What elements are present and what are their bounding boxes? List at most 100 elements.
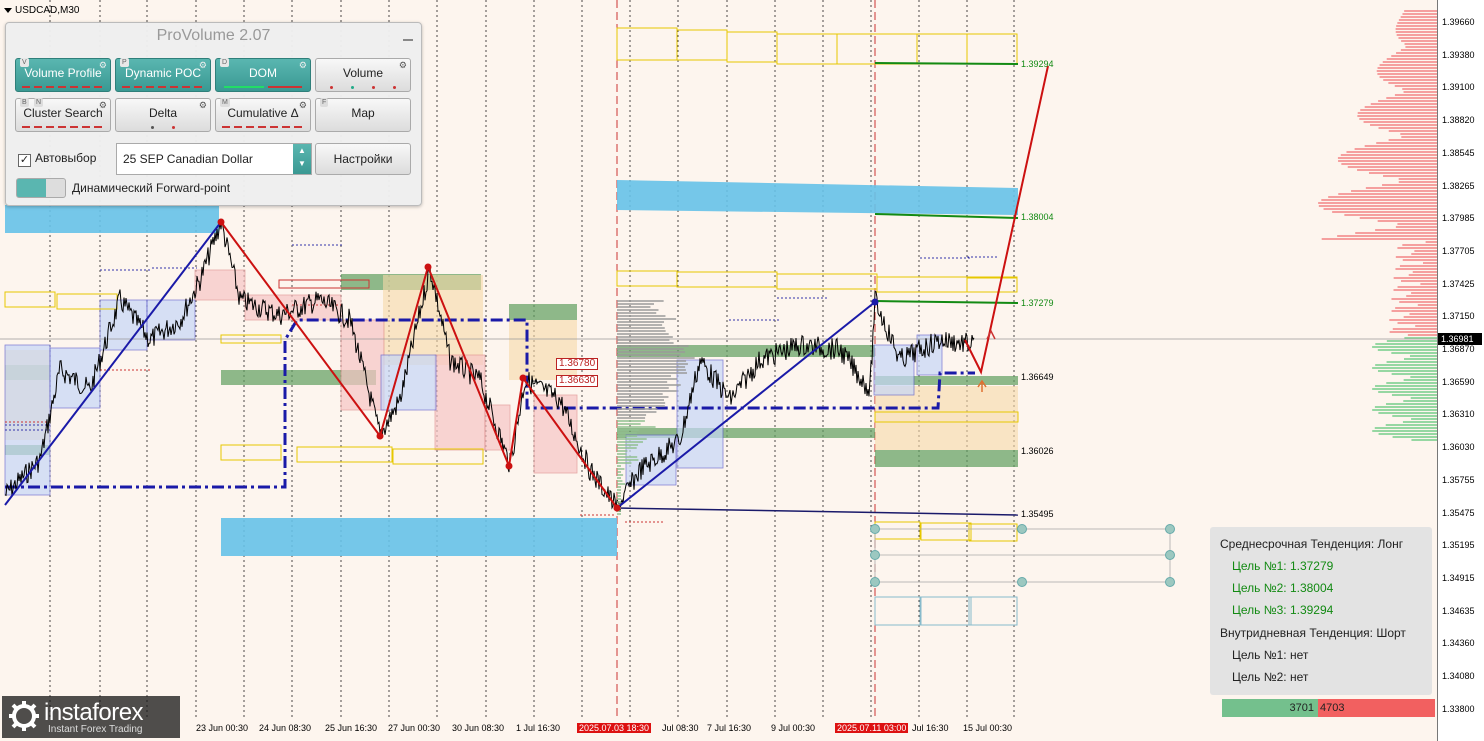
indicator-bar	[224, 86, 264, 88]
time-tick: 2025.07.11 03:00	[835, 723, 909, 733]
button-label: Volume	[342, 66, 384, 80]
hotkey-badge: V	[20, 58, 29, 67]
volume-button[interactable]: ⚙ Volume	[315, 58, 411, 92]
support-level	[616, 507, 1019, 516]
volume-profile-bar	[617, 444, 639, 446]
buy-volume: 3701	[1222, 699, 1318, 717]
gear-icon[interactable]: ⚙	[99, 100, 107, 110]
level-label: 1.35495	[1021, 509, 1054, 519]
auto-select-checkbox[interactable]: ✓ Автовыбор	[18, 151, 96, 167]
gear-icon[interactable]: ⚙	[299, 100, 307, 110]
minimize-icon[interactable]	[403, 39, 413, 41]
hotkey-badge: F	[320, 98, 329, 107]
volume-profile-bar	[617, 318, 677, 320]
dom-bar	[1402, 244, 1437, 246]
spinner-icon[interactable]: ▲ ▼	[293, 144, 311, 174]
dom-bar	[1377, 73, 1437, 75]
gear-icon[interactable]: ⚙	[99, 60, 107, 70]
dom-bar	[1388, 139, 1437, 141]
gear-icon[interactable]: ⚙	[399, 60, 407, 70]
dom-bar	[1332, 211, 1437, 213]
dom-bar	[1338, 160, 1437, 162]
symbol-menu-icon[interactable]	[4, 8, 12, 13]
dom-bar	[1388, 130, 1437, 132]
dom-bar	[1398, 178, 1437, 180]
map-button[interactable]: F Map	[315, 98, 411, 132]
trend-panel: Среднесрочная Тенденция: Лонг Цель №1: 1…	[1210, 527, 1432, 695]
dom-bar	[1323, 208, 1437, 210]
gear-icon[interactable]: ⚙	[199, 100, 207, 110]
grid-tool-handle	[870, 524, 880, 534]
instrument-select[interactable]: 25 SEP Canadian Dollar ▲ ▼	[116, 143, 312, 175]
button-label: Volume Profile	[24, 66, 102, 80]
dom-bar	[1410, 376, 1437, 378]
dom-bar	[1386, 361, 1437, 363]
dom-bar	[1347, 166, 1437, 168]
gear-icon[interactable]: ⚙	[199, 60, 207, 70]
provolume-panel[interactable]: ProVolume 2.07 V ⚙ Volume Profile P ⚙ Dy…	[5, 22, 422, 206]
dom-bar	[1395, 31, 1437, 33]
dom-bar	[1415, 325, 1437, 327]
indicator-bar	[222, 126, 306, 128]
dom-bar	[1378, 391, 1437, 393]
settings-button[interactable]: Настройки	[315, 143, 411, 175]
dom-bar	[1360, 109, 1437, 111]
dom-bar	[1377, 349, 1437, 351]
dom-bar	[1406, 295, 1437, 297]
dom-bar	[1378, 100, 1437, 102]
cluster-search-button[interactable]: B N ⚙ Cluster Search	[15, 98, 111, 132]
range-box	[484, 404, 511, 451]
target-box	[676, 29, 728, 61]
dom-bar	[1359, 217, 1437, 219]
price-series	[4, 218, 975, 512]
dom-bar	[1393, 289, 1437, 291]
instaforex-logo: instaforex Instant Forex Trading	[2, 696, 180, 738]
dom-bar	[1354, 148, 1437, 150]
grid-tool-handle	[870, 550, 880, 560]
dom-bar	[1395, 28, 1437, 30]
volume-profile-bar	[617, 333, 669, 335]
checkbox-label: Автовыбор	[35, 151, 97, 165]
cumulative-delta-button[interactable]: M ⚙ Cumulative Δ	[215, 98, 311, 132]
time-tick: 15 Jul 00:30	[963, 723, 1013, 733]
dom-bar	[1398, 19, 1437, 21]
volume-profile-bar	[617, 303, 654, 305]
volume-profile-bar	[617, 447, 637, 449]
dom-bar	[1363, 121, 1437, 123]
button-label: DOM	[249, 66, 277, 80]
time-tick: 23 Jun 00:30	[196, 723, 249, 733]
symbol-label[interactable]: USDCAD,M30	[4, 5, 79, 16]
dynamic-poc-button[interactable]: P ⚙ Dynamic POC	[115, 58, 211, 92]
forward-point-toggle[interactable]	[16, 178, 66, 198]
dom-bar	[1357, 169, 1437, 171]
dom-bar	[1375, 364, 1437, 366]
volume-profile-button[interactable]: V ⚙ Volume Profile	[15, 58, 111, 92]
volume-profile-bar	[617, 438, 647, 440]
liquidity-zone	[617, 180, 1018, 215]
time-axis[interactable]: 23 Jun 00:30 24 Jun 08:30 25 Jun 16:30 27 J…	[0, 718, 1437, 741]
dom-bar	[1318, 202, 1437, 204]
volume-profile-bar	[617, 441, 643, 443]
volume-profile-bar	[617, 405, 665, 407]
volume-profile-bar	[617, 477, 621, 479]
volume-profile-bar	[617, 375, 671, 377]
dom-button[interactable]: D ⚙ DOM	[215, 58, 311, 92]
price-tick: 1.34080	[1442, 671, 1475, 681]
dom-bar	[1409, 313, 1437, 315]
dom-bar	[1411, 418, 1437, 420]
target-box	[296, 446, 393, 463]
dom-bar	[1374, 427, 1437, 429]
volume-profile-bar	[617, 462, 632, 464]
dom-bar	[1401, 280, 1437, 282]
dom-bar	[1395, 307, 1437, 309]
dom-bar	[1412, 271, 1437, 273]
gear-icon[interactable]: ⚙	[299, 60, 307, 70]
delta-button[interactable]: ⚙ Delta	[115, 98, 211, 132]
dom-bar	[1395, 268, 1437, 270]
price-axis[interactable]: 1.39660 1.39380 1.39100 1.38820 1.38545 1.382…	[1437, 0, 1484, 741]
dom-bar	[1385, 424, 1437, 426]
box-price-label: 1.36780	[556, 358, 599, 370]
dom-bar	[1405, 46, 1437, 48]
time-tick: 30 Jun 08:30	[452, 723, 505, 733]
dom-bar	[1337, 157, 1437, 159]
